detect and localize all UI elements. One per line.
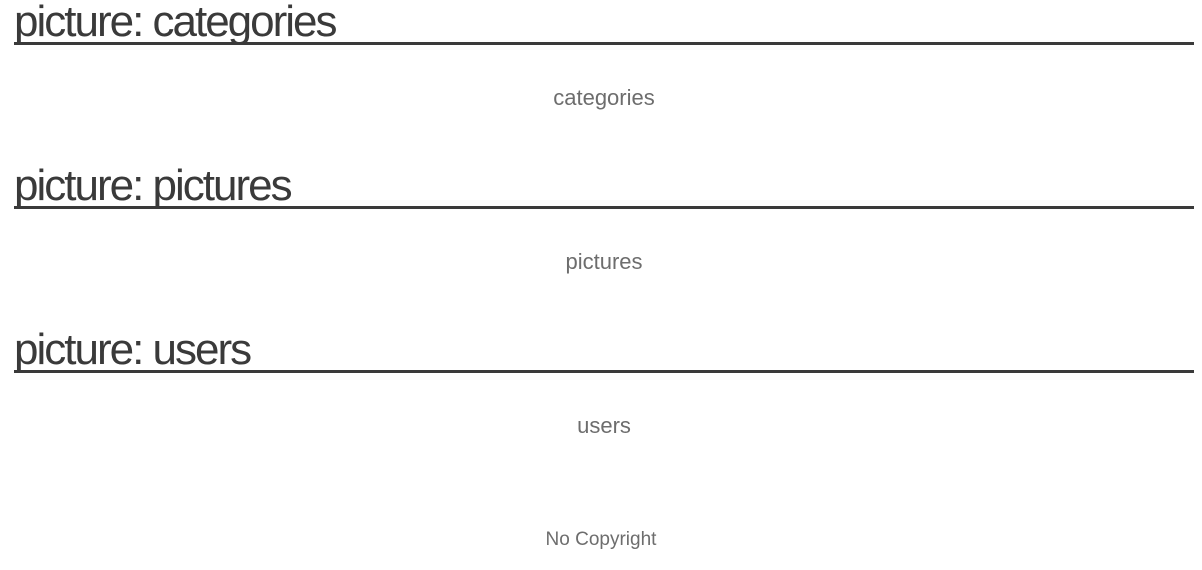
section-categories: picture: categories categories <box>14 0 1194 154</box>
picture-caption: categories <box>553 85 655 110</box>
section-users: picture: users users <box>14 318 1194 482</box>
picture-caption: pictures <box>565 249 643 274</box>
section-title: picture: pictures <box>14 161 293 210</box>
section-title: picture: categories <box>14 0 338 46</box>
section-title: picture: users <box>14 325 252 374</box>
section-header: picture: pictures <box>14 154 1194 209</box>
picture-caption: users <box>577 413 631 438</box>
section-pictures: picture: pictures pictures <box>14 154 1194 318</box>
section-header: picture: categories <box>14 0 1194 45</box>
footer-copyright: No Copyright <box>545 529 657 550</box>
section-body: categories <box>14 45 1194 154</box>
section-body: pictures <box>14 209 1194 318</box>
section-body: users <box>14 373 1194 482</box>
section-header: picture: users <box>14 318 1194 373</box>
page-content: picture: categories categories picture: … <box>14 0 1194 482</box>
